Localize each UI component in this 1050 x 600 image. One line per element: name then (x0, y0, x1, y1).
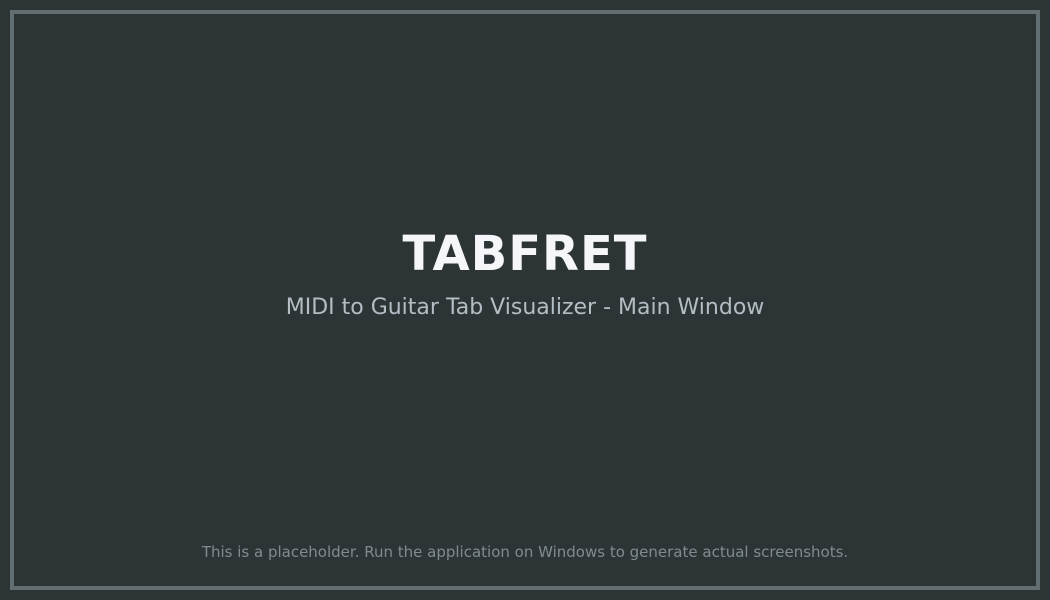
placeholder-note: This is a placeholder. Run the applicati… (201, 543, 849, 561)
placeholder-window: TABFRET MIDI to Guitar Tab Visualizer - … (10, 10, 1040, 590)
app-subtitle: MIDI to Guitar Tab Visualizer - Main Win… (285, 295, 765, 320)
app-title: TABFRET (402, 226, 648, 282)
